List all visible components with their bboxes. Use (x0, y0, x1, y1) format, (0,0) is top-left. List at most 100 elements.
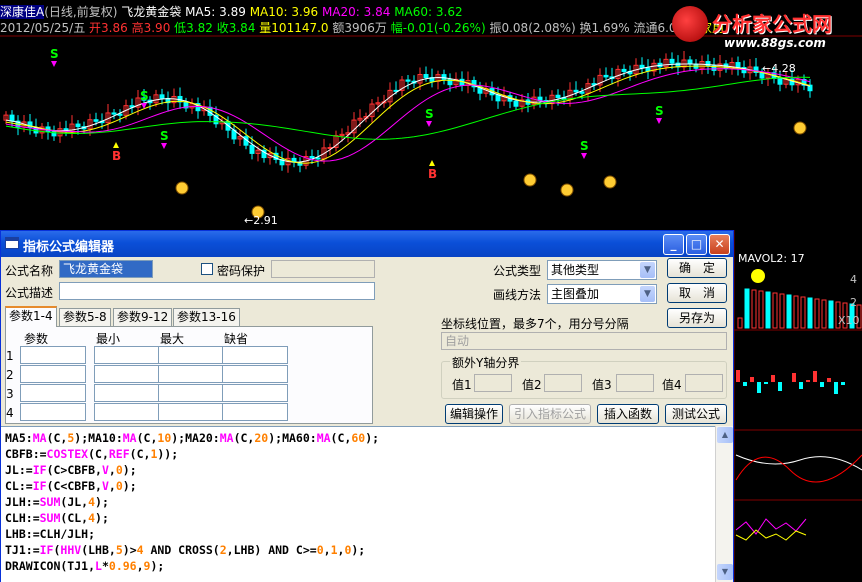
code-line: DRAWICON(TJ1,L*0.96,9); (5, 558, 715, 574)
gold-bag-icon (523, 173, 537, 187)
param-default-input[interactable] (222, 365, 288, 383)
param-name-input[interactable] (20, 403, 86, 421)
save-as-button[interactable]: 另存为 (667, 308, 727, 328)
chevron-down-icon[interactable]: ▼ (640, 262, 655, 278)
value1-label: 值1 (452, 378, 472, 392)
params-panel: 参数 最小 最大 缺省 1 2 3 4 (5, 326, 373, 424)
stock-name: 深康佳A (0, 5, 45, 19)
password-input[interactable] (271, 260, 375, 278)
param-max-input[interactable] (158, 403, 224, 421)
buy-signal-icon: B (112, 149, 121, 163)
param-min-input[interactable] (94, 365, 160, 383)
formula-desc-input[interactable] (59, 282, 375, 300)
ma10-readout: MA10: 3.96 (249, 5, 319, 19)
param-min-input[interactable] (94, 384, 160, 402)
code-token: 0.96 (108, 559, 137, 573)
candle-body (603, 74, 609, 78)
code-line: JLH:=SUM(JL,4); (5, 494, 715, 510)
change-readout: 幅-0.01(-0.26%) (390, 21, 486, 35)
param-default-input[interactable] (222, 346, 288, 364)
down-arrow-icon (426, 121, 432, 127)
edit-operations-button[interactable]: 编辑操作 (445, 404, 503, 424)
code-token: ); (95, 495, 109, 509)
volume-readout: 量101147.0 (259, 21, 329, 35)
tab-params-13-16[interactable]: 参数13-16 (173, 308, 240, 326)
draw-method-select[interactable]: 主图叠加 ▼ (547, 284, 657, 304)
code-token: (C, (233, 431, 255, 445)
volume-bar (807, 297, 813, 329)
value2-input[interactable] (544, 374, 582, 392)
code-line: MA5:MA(C,5);MA10:MA(C,10);MA20:MA(C,20);… (5, 430, 715, 446)
code-token: V (101, 463, 109, 477)
maximize-button[interactable]: □ (686, 234, 707, 255)
param-min-input[interactable] (94, 346, 160, 364)
close-button[interactable]: ✕ (709, 234, 730, 255)
param-default-input[interactable] (222, 403, 288, 421)
value3-input[interactable] (616, 374, 654, 392)
password-checkbox[interactable] (201, 263, 213, 275)
ma20-readout: MA20: 3.84 (321, 5, 391, 19)
test-formula-button[interactable]: 测试公式 (665, 404, 727, 424)
code-token: , (108, 463, 116, 477)
param-default-input[interactable] (222, 384, 288, 402)
scroll-up-icon[interactable]: ▲ (717, 427, 733, 443)
extra-y-axis-group: 额外Y轴分界 值1 值2 值3 值4 (441, 354, 727, 399)
value4-input[interactable] (685, 374, 723, 392)
formula-name-input[interactable]: 飞龙黄金袋 (59, 260, 153, 278)
param-row-label: 4 (6, 406, 14, 420)
formula-code-editor[interactable]: MA5:MA(C,5);MA10:MA(C,10);MA20:MA(C,20);… (1, 426, 715, 582)
ok-button[interactable]: 确 定 (667, 258, 727, 278)
axis-tick-4: 4 (850, 273, 857, 286)
axis-position-input[interactable]: 自动 (441, 332, 727, 350)
candle-body (573, 89, 579, 93)
volume-bar (821, 299, 827, 329)
param-name-input[interactable] (20, 384, 86, 402)
code-token: 0 (316, 543, 324, 557)
volume-bar (737, 317, 743, 329)
code-vertical-scrollbar[interactable]: ▲ ▼ (715, 426, 733, 582)
param-max-input[interactable] (158, 346, 224, 364)
code-token: (C, (136, 431, 158, 445)
up-arrow-icon (113, 142, 119, 148)
param-header-min: 最小 (96, 332, 121, 346)
param-name-input[interactable] (20, 346, 86, 364)
code-token: (C, (330, 431, 352, 445)
tab-params-9-12[interactable]: 参数9-12 (113, 308, 173, 326)
code-token: (C, (46, 431, 68, 445)
code-token: SUM (39, 495, 61, 509)
chart-header-line2: 2012/05/25/五 开3.86 高3.90 低3.82 收3.84 量10… (0, 20, 724, 36)
candle-body (9, 114, 15, 122)
code-token: MA (316, 431, 331, 445)
sell-signal-icon: S (140, 89, 149, 103)
cancel-button[interactable]: 取 消 (667, 283, 727, 303)
candle-body (249, 144, 255, 154)
low-price-label: ←2.91 (244, 214, 278, 227)
tab-params-1-4[interactable]: 参数1-4 (5, 306, 57, 327)
code-token: MA (122, 431, 137, 445)
param-max-input[interactable] (158, 365, 224, 383)
dialog-title-bar[interactable]: 指标公式编辑器 _ □ ✕ (1, 231, 733, 257)
candle-body (555, 94, 561, 99)
chevron-down-icon[interactable]: ▼ (640, 286, 655, 302)
volume-bar (751, 289, 757, 329)
mavol-label: MAVOL2: 17 (738, 252, 805, 265)
indicator-line (735, 454, 862, 471)
code-token: ,LHB) AND C>= (226, 543, 317, 557)
param-max-input[interactable] (158, 384, 224, 402)
minimize-button[interactable]: _ (663, 234, 684, 255)
sell-signal-icon: S (160, 129, 169, 143)
candle-body (777, 77, 783, 85)
code-token: L (95, 559, 102, 573)
code-token: CL:= (5, 479, 33, 493)
candle-body (111, 112, 117, 115)
value1-input[interactable] (474, 374, 512, 392)
import-formula-button[interactable]: 引入指标公式 (509, 404, 591, 424)
code-token: REF (108, 447, 130, 461)
candle-body (441, 74, 447, 80)
param-name-input[interactable] (20, 365, 86, 383)
scroll-down-icon[interactable]: ▼ (717, 564, 733, 580)
param-min-input[interactable] (94, 403, 160, 421)
tab-params-5-8[interactable]: 参数5-8 (59, 308, 111, 326)
insert-function-button[interactable]: 插入函数 (597, 404, 659, 424)
formula-type-select[interactable]: 其他类型 ▼ (547, 260, 657, 280)
